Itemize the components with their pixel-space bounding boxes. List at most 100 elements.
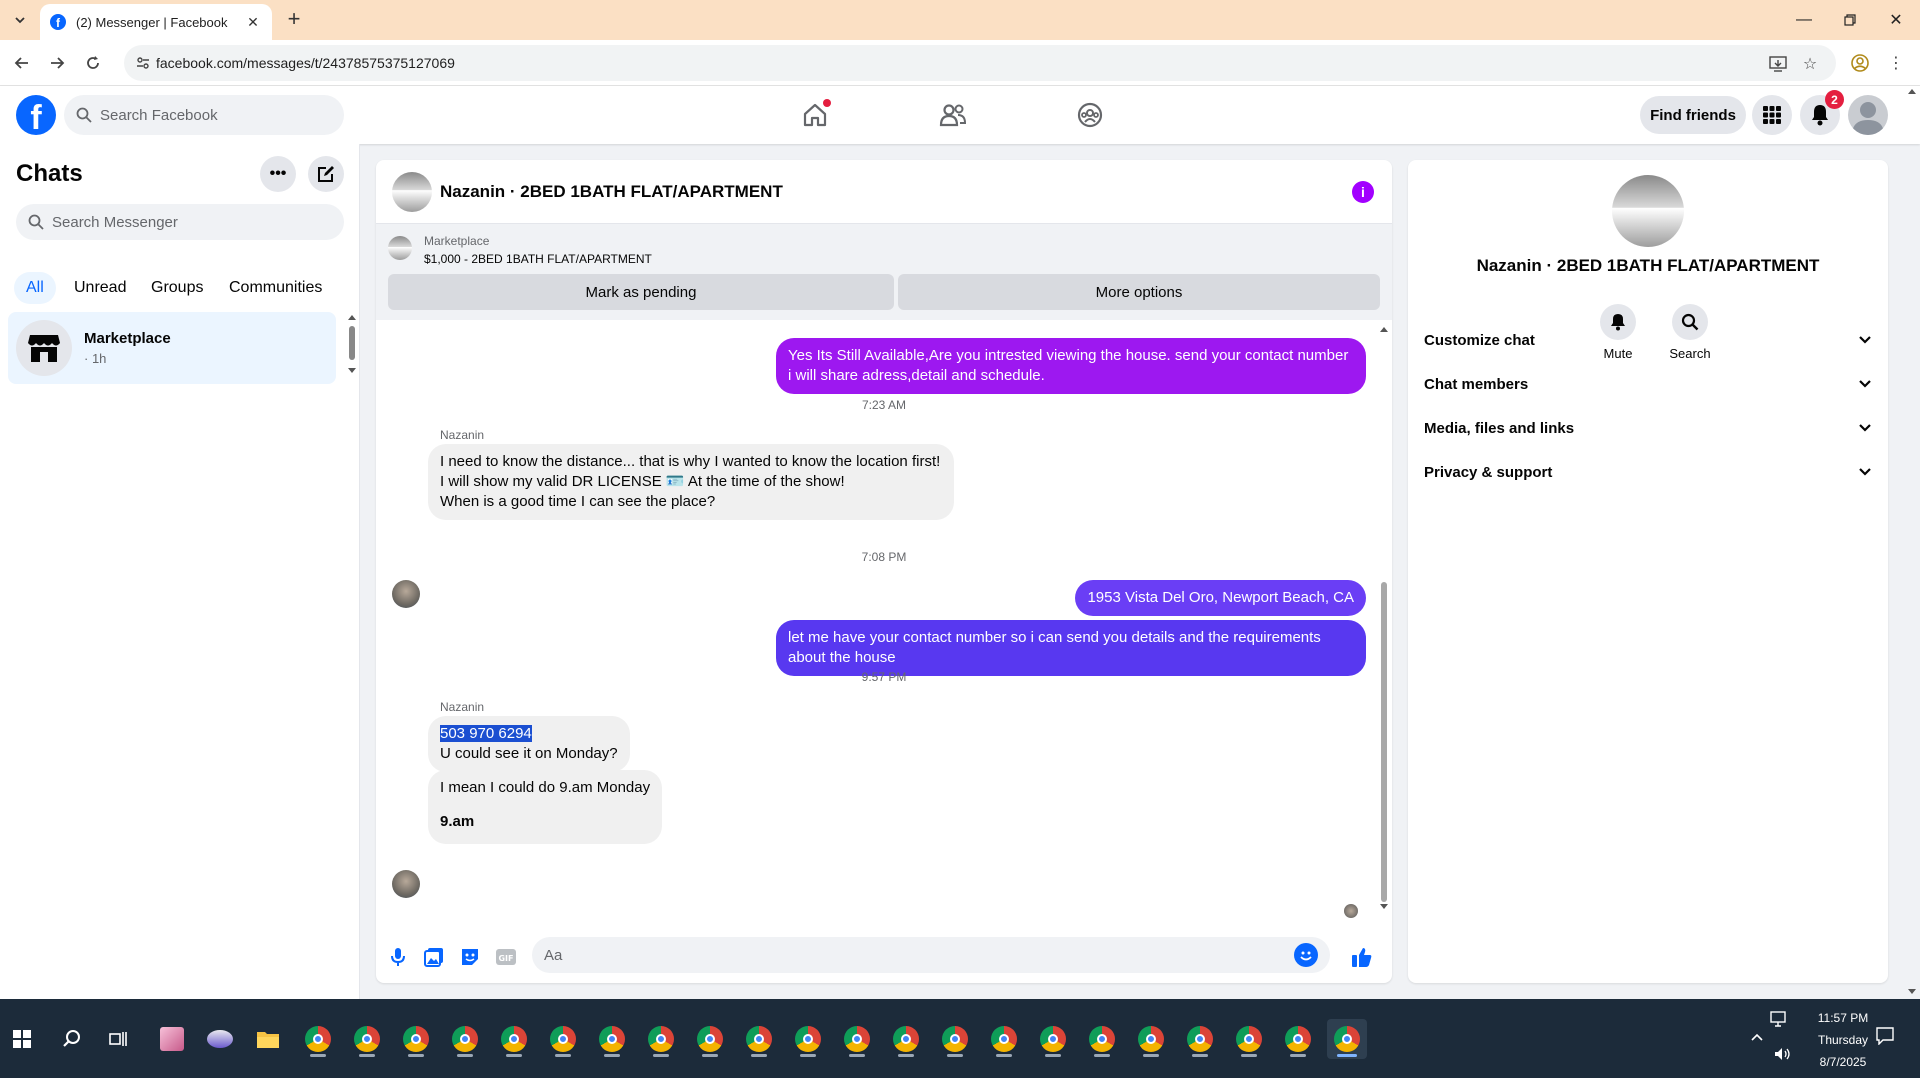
new-tab-button[interactable]: +	[282, 8, 306, 32]
selected-phone-number[interactable]: 503 970 6294	[440, 725, 532, 742]
chrome-window-icon[interactable]	[1033, 1019, 1073, 1059]
customize-chat-section[interactable]: Customize chat	[1424, 322, 1872, 358]
chrome-window-icon[interactable]	[347, 1019, 387, 1059]
incoming-message[interactable]: I mean I could do 9.am Monday 9.am	[428, 770, 663, 844]
message-list-scrollbar[interactable]	[1378, 322, 1390, 922]
task-view-icon[interactable]	[98, 1019, 138, 1059]
chat-members-section[interactable]: Chat members	[1424, 366, 1872, 402]
outgoing-message[interactable]: 1953 Vista Del Oro, Newport Beach, CA	[1075, 580, 1366, 616]
chrome-window-icon[interactable]	[592, 1019, 632, 1059]
chat-list-scrollbar[interactable]	[346, 312, 358, 373]
reload-icon[interactable]	[81, 51, 105, 75]
scrollbar-thumb[interactable]	[1381, 582, 1387, 902]
like-thumbs-up-icon[interactable]	[1350, 945, 1374, 969]
bookmark-star-icon[interactable]: ☆	[1800, 54, 1820, 74]
filter-tab-communities[interactable]: Communities	[217, 272, 334, 304]
close-tab-icon[interactable]: ✕	[244, 14, 262, 31]
chrome-active-window-icon[interactable]	[1327, 1019, 1367, 1059]
facebook-search-input[interactable]: Search Facebook	[64, 95, 344, 135]
groups-icon[interactable]	[1073, 98, 1107, 132]
minimize-window-button[interactable]: —	[1782, 6, 1826, 34]
listing-profile-photo[interactable]	[1612, 175, 1684, 247]
filter-tab-all[interactable]: All	[14, 272, 56, 304]
pinned-app-icon[interactable]	[152, 1019, 192, 1059]
listing-title[interactable]: $1,000 - 2BED 1BATH FLAT/APARTMENT	[424, 252, 652, 266]
search-icon[interactable]	[52, 1019, 92, 1059]
address-bar[interactable]: facebook.com/messages/t/2437857537512706…	[124, 45, 1836, 81]
sender-name: Nazanin	[440, 700, 485, 714]
chrome-window-icon[interactable]	[935, 1019, 975, 1059]
outgoing-message[interactable]: Yes Its Still Available,Are you intreste…	[776, 338, 1366, 394]
photo-gallery-icon[interactable]	[422, 945, 446, 969]
account-avatar[interactable]	[1848, 95, 1888, 135]
show-hidden-icons-chevron-icon[interactable]	[1750, 1029, 1764, 1045]
windows-start-icon[interactable]	[2, 1019, 42, 1059]
chrome-window-icon[interactable]	[984, 1019, 1024, 1059]
back-arrow-icon[interactable]	[10, 51, 34, 75]
listing-avatar[interactable]	[392, 171, 432, 212]
chrome-window-icon[interactable]	[396, 1019, 436, 1059]
chrome-window-icon[interactable]	[1131, 1019, 1171, 1059]
file-explorer-icon[interactable]	[248, 1019, 288, 1059]
conversation-panel: Nazanin · 2BED 1BATH FLAT/APARTMENT i Ma…	[376, 160, 1392, 983]
chrome-window-icon[interactable]	[1180, 1019, 1220, 1059]
facebook-logo-icon[interactable]: f	[16, 95, 56, 135]
chrome-window-icon[interactable]	[494, 1019, 534, 1059]
page-scrollbar[interactable]	[1904, 86, 1920, 999]
incoming-message[interactable]: I need to know the distance... that is w…	[428, 444, 954, 520]
find-friends-button[interactable]: Find friends	[1640, 96, 1746, 134]
chrome-window-icon[interactable]	[837, 1019, 877, 1059]
mark-as-pending-button[interactable]: Mark as pending	[388, 274, 894, 310]
chrome-window-icon[interactable]	[886, 1019, 926, 1059]
chrome-window-icon[interactable]	[298, 1019, 338, 1059]
notifications-bell-icon[interactable]: 2	[1800, 90, 1844, 135]
incoming-message[interactable]: 503 970 6294 U could see it on Monday?	[428, 716, 630, 772]
chat-list-item-marketplace[interactable]: Marketplace · 1h	[8, 312, 336, 384]
notification-center-icon[interactable]	[1876, 1027, 1894, 1048]
more-options-button[interactable]: More options	[898, 274, 1380, 310]
restore-window-button[interactable]	[1828, 6, 1872, 34]
system-clock[interactable]: 11:57 PM Thursday 8/7/2025	[1800, 1007, 1886, 1073]
home-icon[interactable]	[798, 98, 832, 132]
nazanin-avatar[interactable]	[392, 580, 420, 608]
chats-options-icon[interactable]: •••	[260, 156, 296, 192]
browser-menu-icon[interactable]: ⋮	[1884, 51, 1908, 75]
tab-search-chevron-icon[interactable]	[8, 8, 32, 32]
new-message-icon[interactable]	[308, 156, 344, 192]
nazanin-avatar[interactable]	[392, 870, 420, 898]
menu-grid-icon[interactable]	[1752, 95, 1792, 135]
conversation-title[interactable]: Nazanin · 2BED 1BATH FLAT/APARTMENT	[440, 182, 783, 202]
filter-tab-unread[interactable]: Unread	[62, 272, 138, 304]
chrome-window-icon[interactable]	[641, 1019, 681, 1059]
conversation-info-icon[interactable]: i	[1352, 181, 1374, 203]
chrome-window-icon[interactable]	[543, 1019, 583, 1059]
microphone-icon[interactable]	[386, 945, 410, 969]
emoji-icon[interactable]	[1294, 943, 1318, 967]
chrome-window-icon[interactable]	[445, 1019, 485, 1059]
pinned-app-icon[interactable]	[200, 1019, 240, 1059]
friends-icon[interactable]	[936, 98, 970, 132]
site-info-icon[interactable]	[134, 54, 152, 72]
chrome-window-icon[interactable]	[739, 1019, 779, 1059]
profile-account-icon[interactable]	[1848, 51, 1872, 75]
chrome-window-icon[interactable]	[1229, 1019, 1269, 1059]
message-input[interactable]: Aa	[532, 937, 1330, 973]
volume-icon[interactable]	[1774, 1047, 1792, 1064]
privacy-support-section[interactable]: Privacy & support	[1424, 454, 1872, 490]
gif-icon[interactable]: GIF	[494, 945, 518, 969]
chrome-window-icon[interactable]	[788, 1019, 828, 1059]
install-app-icon[interactable]	[1768, 54, 1788, 74]
chrome-window-icon[interactable]	[1082, 1019, 1122, 1059]
network-icon[interactable]	[1770, 1011, 1788, 1030]
filter-tab-groups[interactable]: Groups	[139, 272, 215, 304]
messenger-search-input[interactable]: Search Messenger	[16, 204, 344, 240]
forward-arrow-icon[interactable]	[45, 51, 69, 75]
outgoing-message[interactable]: let me have your contact number so i can…	[776, 620, 1366, 676]
chrome-window-icon[interactable]	[690, 1019, 730, 1059]
close-window-button[interactable]: ✕	[1874, 6, 1918, 34]
chrome-window-icon[interactable]	[1278, 1019, 1318, 1059]
media-files-links-section[interactable]: Media, files and links	[1424, 410, 1872, 446]
sticker-icon[interactable]	[458, 945, 482, 969]
listing-thumbnail[interactable]	[388, 236, 412, 260]
browser-tab[interactable]: f (2) Messenger | Facebook ✕	[40, 4, 272, 40]
